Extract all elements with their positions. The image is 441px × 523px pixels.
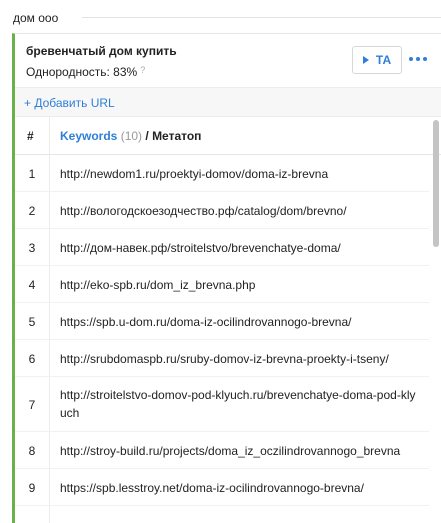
table-header: # Keywords (10) / Метатоп <box>15 117 441 155</box>
table-row[interactable]: 7 http://stroitelstvo-domov-pod-klyuch.ru… <box>15 377 429 432</box>
row-number: 6 <box>28 351 36 366</box>
row-url[interactable]: http://вологодскоезодчество.рф/catalog/d… <box>60 202 420 220</box>
uniformity-line: Однородность: 83%? <box>26 65 145 79</box>
add-url-link[interactable]: + Добавить URL <box>24 96 115 110</box>
row-number: 8 <box>28 443 36 458</box>
row-number: 7 <box>28 397 36 412</box>
scrollbar[interactable] <box>430 117 441 523</box>
row-url[interactable]: http://newdom1.ru/proektyi-domov/doma-iz… <box>60 165 420 183</box>
row-number: 3 <box>28 240 36 255</box>
table-row[interactable]: 2 http://вологодскоезодчество.рф/catalog/… <box>15 192 429 229</box>
row-number: 4 <box>28 277 36 292</box>
add-url-row: + Добавить URL <box>15 87 441 117</box>
header-separator: / <box>142 129 153 143</box>
page: дом ооо бревенчатый дом купить Однородно… <box>0 0 441 523</box>
play-icon <box>362 56 369 64</box>
row-url[interactable]: http://eko-spb.ru/dom_iz_brevna.php <box>60 276 420 294</box>
urls-table: # Keywords (10) / Метатоп 1 http://newdom… <box>15 117 441 523</box>
uniformity-label: Однородность: 83% <box>26 65 138 79</box>
ta-button[interactable]: ТА <box>352 46 402 74</box>
row-url[interactable]: https://spb.lesstroy.net/doma-iz-ocilind… <box>60 479 420 497</box>
table-row[interactable]: 5 https://spb.u-dom.ru/doma-iz-ocilindrov… <box>15 303 429 340</box>
header-keywords: Keywords (10) / Метатоп <box>60 129 201 143</box>
group-header: дом ооо <box>0 0 441 32</box>
row-number: 2 <box>28 203 36 218</box>
row-url[interactable]: https://spb.u-dom.ru/doma-iz-ocilindrova… <box>60 313 420 331</box>
table-row[interactable]: 6 http://srubdomaspb.ru/sruby-domov-iz-br… <box>15 340 429 377</box>
dot <box>423 57 427 61</box>
table-row[interactable]: 1 http://newdom1.ru/proektyi-domov/doma-i… <box>15 155 429 192</box>
row-url[interactable]: http://дом-навек.рф/stroitelstvo/brevenc… <box>60 239 420 257</box>
group-title: дом ооо <box>13 11 59 25</box>
dot <box>409 57 413 61</box>
header-keywords-link[interactable]: Keywords <box>60 129 117 143</box>
group-divider <box>82 17 441 18</box>
table-row[interactable]: 9 https://spb.lesstroy.net/doma-iz-ocilin… <box>15 469 429 506</box>
row-number: 9 <box>28 480 36 495</box>
keyword-title: бревенчатый дом купить <box>26 44 177 58</box>
header-number: # <box>27 129 34 143</box>
more-dots-icon[interactable] <box>409 54 427 64</box>
table-row[interactable]: 4 http://eko-spb.ru/dom_iz_brevna.php <box>15 266 429 303</box>
dot <box>416 57 420 61</box>
row-number: 5 <box>28 314 36 329</box>
scrollbar-thumb[interactable] <box>433 120 439 247</box>
keyword-card: бревенчатый дом купить Однородность: 83%… <box>12 33 441 523</box>
header-meta: Метатоп <box>152 129 202 143</box>
row-url[interactable]: http://stroitelstvo-domov-pod-klyuch.ru/… <box>60 386 420 422</box>
row-url[interactable]: http://srubdomaspb.ru/sruby-domov-iz-bre… <box>60 350 420 368</box>
row-number: 1 <box>28 166 36 181</box>
row-url[interactable]: http://stroy-build.ru/projects/doma_iz_o… <box>60 442 420 460</box>
table-row[interactable]: 3 http://дом-навек.рф/stroitelstvo/breven… <box>15 229 429 266</box>
ta-button-label: ТА <box>375 53 392 67</box>
question-icon[interactable]: ? <box>140 65 145 75</box>
table-row[interactable]: 8 http://stroy-build.ru/projects/doma_iz_… <box>15 432 429 469</box>
header-keywords-count: (10) <box>120 129 143 143</box>
